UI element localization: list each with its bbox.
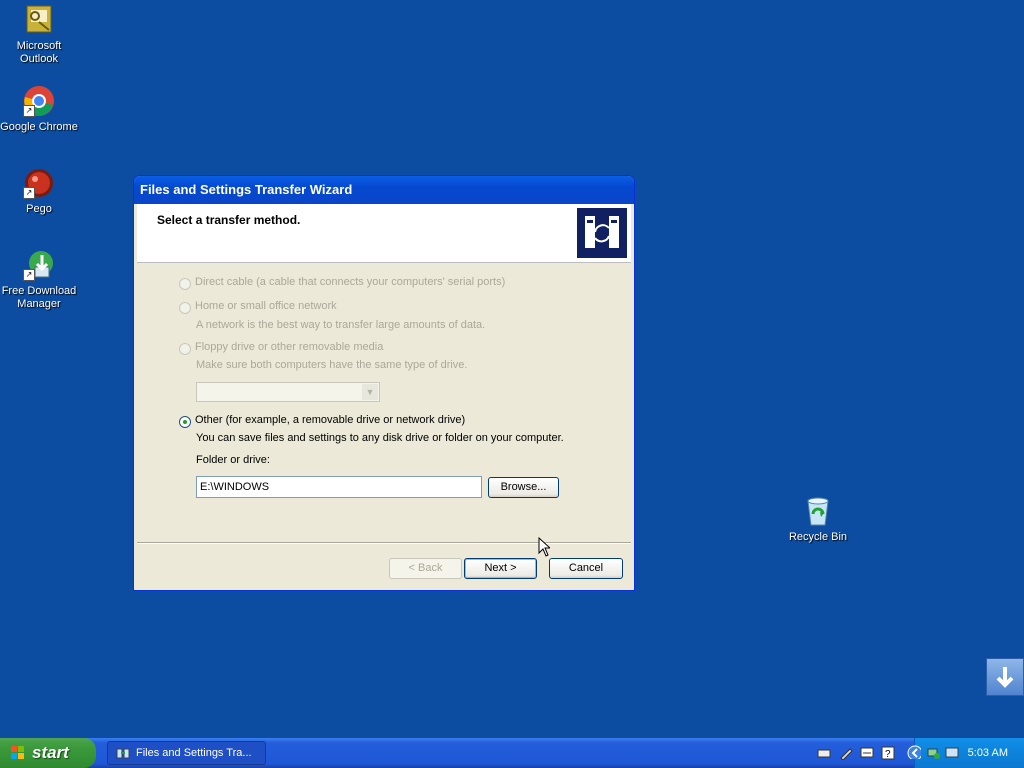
- wizard-body: Direct cable (a cable that connects your…: [137, 263, 631, 543]
- cancel-button[interactable]: Cancel: [549, 558, 623, 579]
- language-bar-icon[interactable]: [860, 746, 874, 760]
- chrome-icon: ↗: [23, 85, 55, 117]
- download-overlay-button[interactable]: [986, 658, 1024, 696]
- next-button[interactable]: Next >: [464, 558, 537, 579]
- desktop-icon-outlook[interactable]: Microsoft Outlook: [0, 4, 78, 66]
- option-home-network-desc: A network is the best way to transfer la…: [196, 319, 486, 331]
- option-home-network-label: Home or small office network: [195, 300, 337, 312]
- option-floppy-label: Floppy drive or other removable media: [195, 341, 384, 353]
- mouse-cursor-icon: [538, 537, 550, 557]
- pego-icon: ↗: [23, 167, 55, 199]
- chevron-left-icon[interactable]: [907, 745, 921, 759]
- radio-other[interactable]: [179, 416, 191, 428]
- wizard-header: Select a transfer method.: [137, 204, 631, 263]
- radio-direct-cable[interactable]: [179, 278, 191, 290]
- arrow-down-icon: [996, 667, 1014, 688]
- desktop-icon-chrome[interactable]: ↗ Google Chrome: [0, 85, 78, 134]
- option-floppy-desc: Make sure both computers have the same t…: [196, 359, 468, 371]
- desktop-icon-label: Google Chrome: [0, 121, 78, 133]
- folder-label: Folder or drive:: [196, 454, 270, 466]
- drive-select[interactable]: ▼: [196, 382, 380, 402]
- desktop-icon-fdm[interactable]: ↗ Free Download Manager: [0, 249, 78, 311]
- keyboard-icon[interactable]: [817, 746, 831, 760]
- network-icon[interactable]: [927, 746, 941, 760]
- taskbar-item-wizard[interactable]: Files and Settings Tra...: [107, 741, 266, 765]
- wizard-task-icon: [116, 748, 130, 759]
- start-button[interactable]: start: [0, 738, 96, 768]
- option-direct-cable-label: Direct cable (a cable that connects your…: [195, 276, 506, 288]
- pen-icon[interactable]: [839, 746, 853, 760]
- radio-selected-dot: [183, 420, 187, 424]
- taskbar-item-label: Files and Settings Tra...: [136, 747, 252, 759]
- option-other-desc: You can save files and settings to any d…: [196, 432, 564, 444]
- browse-button[interactable]: Browse...: [488, 477, 559, 498]
- radio-floppy[interactable]: [179, 343, 191, 355]
- chevron-down-icon: ▼: [362, 384, 378, 400]
- svg-text:?: ?: [885, 749, 891, 760]
- back-button[interactable]: < Back: [389, 558, 462, 579]
- radio-home-network[interactable]: [179, 302, 191, 314]
- display-icon[interactable]: [945, 746, 959, 760]
- desktop-icon-label: Pego: [26, 203, 52, 215]
- help-icon[interactable]: ?: [881, 746, 895, 760]
- folder-input[interactable]: E:\WINDOWS: [196, 476, 482, 498]
- start-label: start: [32, 743, 69, 762]
- fdm-icon: ↗: [23, 249, 55, 281]
- desktop-icon-label: Recycle Bin: [788, 531, 848, 543]
- desktop-icon-label: Free Download Manager: [1, 285, 77, 310]
- outlook-icon: [23, 4, 55, 36]
- windows-flag-icon: [11, 746, 24, 759]
- taskbar: start Files and Settings Tra... ? 5:03 A…: [0, 738, 1024, 768]
- system-tray: 5:03 AM: [907, 738, 1024, 768]
- recycle-bin-icon: [802, 495, 834, 527]
- footer-divider: [137, 542, 631, 544]
- wizard-window: Files and Settings Transfer Wizard Selec…: [133, 175, 635, 591]
- desktop-icon-recycle-bin[interactable]: Recycle Bin: [779, 495, 857, 544]
- desktop-icon-pego[interactable]: ↗ Pego: [0, 167, 78, 216]
- window-title[interactable]: Files and Settings Transfer Wizard: [134, 176, 634, 204]
- transfer-wizard-icon: [577, 208, 627, 258]
- clock[interactable]: 5:03 AM: [968, 738, 1008, 768]
- option-other-label: Other (for example, a removable drive or…: [195, 414, 466, 426]
- page-title: Select a transfer method.: [157, 213, 301, 227]
- desktop-icon-label: Microsoft Outlook: [16, 40, 62, 65]
